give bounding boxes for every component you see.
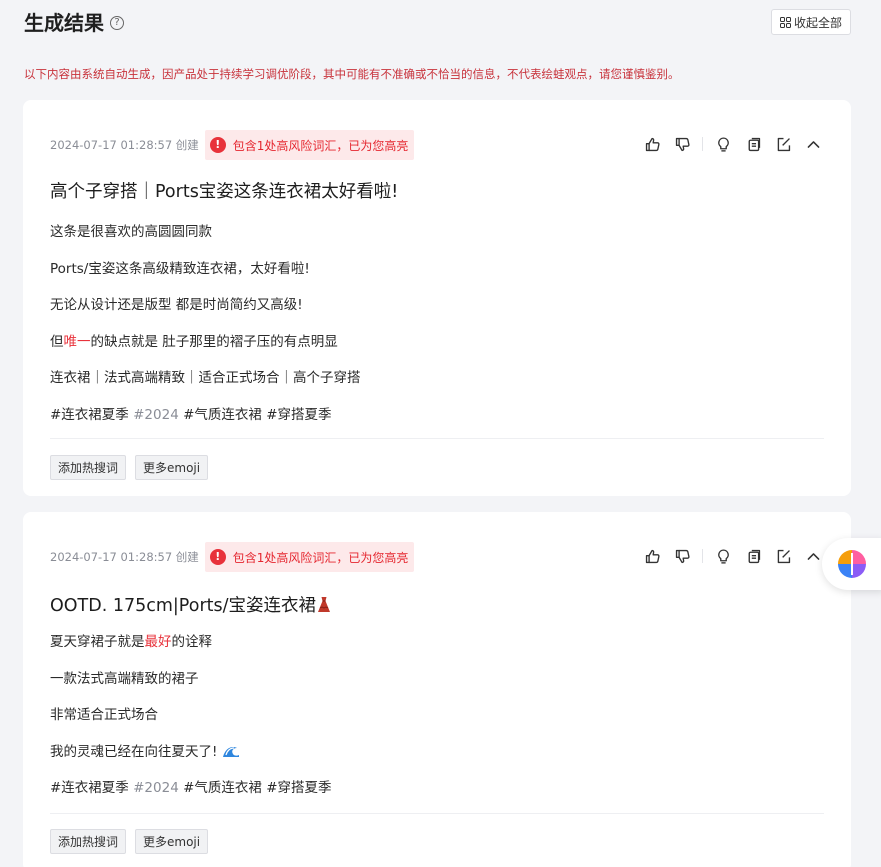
wave-emoji bbox=[222, 746, 239, 757]
text-segment: 但 bbox=[50, 333, 64, 350]
post-title: OOTD. 175cm|Ports/宝姿连衣裙 bbox=[50, 592, 332, 617]
card-actions bbox=[642, 134, 823, 154]
chevron-up-icon[interactable] bbox=[803, 546, 823, 566]
add-hot-words-button[interactable]: 添加热搜词 bbox=[50, 455, 127, 480]
hashtag-line: #连衣裙夏季 #2024 #气质连衣裙 #穿搭夏季 bbox=[50, 405, 361, 442]
thumb-down-icon[interactable] bbox=[672, 546, 692, 566]
summary-line: 连衣裙｜法式高端精致｜适合正式场合｜高个子穿搭 bbox=[50, 370, 361, 386]
copy-icon[interactable] bbox=[743, 134, 763, 154]
edit-icon[interactable] bbox=[773, 546, 793, 566]
text-segment: 的缺点就是 肚子那里的褶子压的有点明显 bbox=[90, 333, 338, 350]
hashtag: #连衣裙夏季 bbox=[50, 780, 129, 796]
divider bbox=[50, 813, 824, 814]
generation-results-page: 生成结果 ? 收起全部 以下内容由系统自动生成，因产品处于持续学习调优阶段，其中… bbox=[0, 0, 881, 867]
thumb-down-icon[interactable] bbox=[672, 134, 692, 154]
collapse-all-label: 收起全部 bbox=[793, 15, 842, 30]
result-card: 2024-07-17 01:28:57 创建 ! 包含1处高风险词汇，已为您高亮 bbox=[23, 512, 851, 867]
dress-emoji bbox=[318, 597, 331, 612]
assistant-float-button[interactable] bbox=[822, 538, 881, 590]
divider bbox=[50, 438, 824, 439]
chevron-up-icon[interactable] bbox=[803, 134, 823, 154]
risk-warning-badge: ! 包含1处高风险词汇，已为您高亮 bbox=[204, 542, 415, 572]
risk-warning-text: 包含1处高风险词汇，已为您高亮 bbox=[232, 138, 409, 153]
edit-icon[interactable] bbox=[773, 134, 793, 154]
body-line: 一款法式高端精致的裙子 bbox=[50, 670, 199, 687]
text-segment: 夏天穿裙子就是 bbox=[50, 634, 145, 650]
divider bbox=[702, 137, 703, 151]
risk-body-line: 但唯一的缺点就是 肚子那里的褶子压的有点明显 bbox=[50, 332, 361, 369]
disclaimer-text: 以下内容由系统自动生成，因产品处于持续学习调优阶段，其中可能有不准确或不恰当的信… bbox=[24, 67, 680, 81]
hashtag: #穿搭夏季 bbox=[266, 406, 332, 423]
thumb-up-icon[interactable] bbox=[642, 134, 662, 154]
post-title-text: OOTD. 175cm|Ports/宝姿连衣裙 bbox=[50, 596, 317, 616]
body-line: 无论从设计还是版型 都是时尚简约又高级! bbox=[50, 297, 303, 313]
created-time: 2024-07-17 01:28:57 创建 bbox=[50, 138, 199, 152]
collapse-all-button[interactable]: 收起全部 bbox=[770, 9, 851, 35]
hashtag: #2024 bbox=[133, 406, 179, 423]
hashtag: #气质连衣裙 bbox=[183, 406, 262, 423]
brain-icon bbox=[838, 550, 866, 578]
more-emoji-button[interactable]: 更多emoji bbox=[135, 829, 209, 854]
grid-icon bbox=[779, 16, 791, 28]
text-segment: 的诠释 bbox=[171, 634, 213, 650]
result-card: 2024-07-17 01:28:57 创建 ! 包含1处高风险词汇，已为您高亮 bbox=[23, 100, 851, 496]
more-emoji-button[interactable]: 更多emoji bbox=[135, 455, 209, 480]
post-body: 这条是很喜欢的高圆圆同款 Ports/宝姿这条高级精致连衣裙，太好看啦! 无论从… bbox=[50, 222, 361, 441]
card-meta: 2024-07-17 01:28:57 创建 ! 包含1处高风险词汇，已为您高亮 bbox=[50, 542, 415, 572]
card-buttons: 添加热搜词 更多emoji bbox=[50, 455, 209, 480]
hashtag: #气质连衣裙 bbox=[183, 780, 262, 796]
risk-warning-badge: ! 包含1处高风险词汇，已为您高亮 bbox=[204, 130, 415, 160]
hashtag: #连衣裙夏季 bbox=[50, 406, 129, 423]
question-circle-icon[interactable]: ? bbox=[110, 16, 124, 30]
hashtag-line: #连衣裙夏季 #2024 #气质连衣裙 #穿搭夏季 bbox=[50, 778, 332, 815]
card-meta: 2024-07-17 01:28:57 创建 ! 包含1处高风险词汇，已为您高亮 bbox=[50, 130, 415, 160]
divider bbox=[702, 549, 703, 563]
warning-icon: ! bbox=[209, 549, 226, 565]
page-title-text: 生成结果 bbox=[24, 11, 104, 35]
card-buttons: 添加热搜词 更多emoji bbox=[50, 829, 209, 854]
created-time: 2024-07-17 01:28:57 创建 bbox=[50, 550, 199, 564]
risk-body-line: 夏天穿裙子就是最好的诠释 bbox=[50, 632, 332, 669]
thumb-up-icon[interactable] bbox=[642, 546, 662, 566]
text-segment: 我的灵魂已经在向往夏天了! bbox=[50, 743, 218, 760]
risk-warning-text: 包含1处高风险词汇，已为您高亮 bbox=[232, 550, 409, 565]
body-line: Ports/宝姿这条高级精致连衣裙，太好看啦! bbox=[50, 260, 310, 277]
post-body: 夏天穿裙子就是最好的诠释 一款法式高端精致的裙子 非常适合正式场合 我的灵魂已经… bbox=[50, 632, 332, 815]
add-hot-words-button[interactable]: 添加热搜词 bbox=[50, 829, 127, 854]
high-risk-word[interactable]: 最好 bbox=[145, 634, 172, 650]
page-title: 生成结果 ? bbox=[24, 8, 124, 38]
lightbulb-icon[interactable] bbox=[713, 134, 733, 154]
hashtag: #穿搭夏季 bbox=[266, 780, 332, 796]
body-line: 非常适合正式场合 bbox=[50, 707, 158, 723]
lightbulb-icon[interactable] bbox=[713, 546, 733, 566]
post-title: 高个子穿搭｜Ports宝姿这条连衣裙太好看啦! bbox=[50, 182, 399, 202]
body-line: 我的灵魂已经在向往夏天了! bbox=[50, 742, 332, 779]
body-line: 这条是很喜欢的高圆圆同款 bbox=[50, 224, 212, 240]
card-actions bbox=[642, 546, 823, 566]
copy-icon[interactable] bbox=[743, 546, 763, 566]
high-risk-word[interactable]: 唯一 bbox=[64, 334, 91, 350]
hashtag: #2024 bbox=[133, 780, 179, 796]
warning-icon: ! bbox=[209, 137, 226, 153]
header: 生成结果 ? 收起全部 bbox=[24, 8, 851, 40]
